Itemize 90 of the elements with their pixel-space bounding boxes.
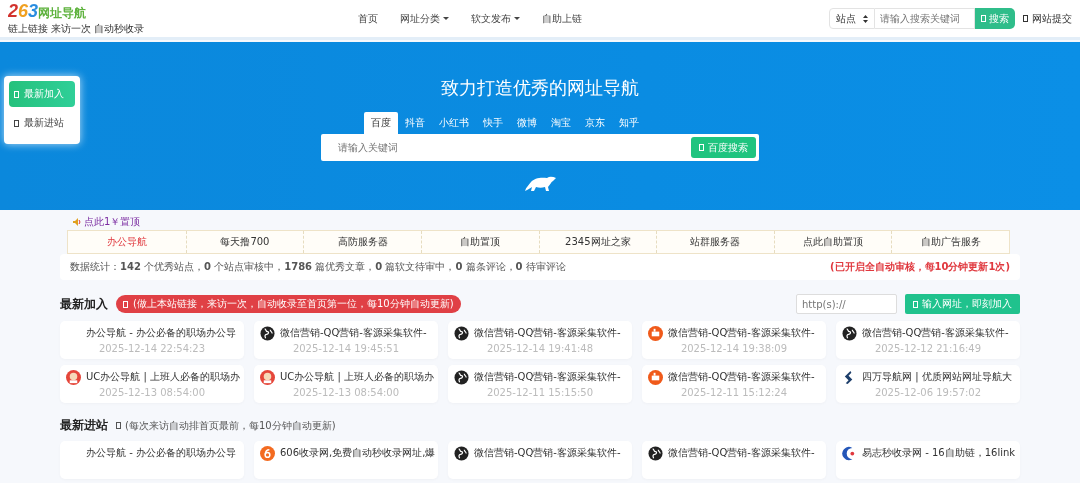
site-title: 微信营销-QQ营销-客源采集软件- xyxy=(668,446,815,460)
quick-link[interactable]: 高防服务器 xyxy=(303,231,421,253)
speaker-icon xyxy=(73,218,82,226)
logo-icon xyxy=(648,369,663,385)
search-engine-tab[interactable]: 抖音 xyxy=(398,112,432,134)
quick-link[interactable]: 自助置顶 xyxy=(420,231,539,253)
search-engine-tab[interactable]: 快手 xyxy=(476,112,510,134)
site-title: 微信营销-QQ营销-客源采集软件- xyxy=(474,326,621,340)
globe-icon xyxy=(260,325,275,341)
nav-link[interactable]: 软文发布 xyxy=(471,11,520,26)
site-logo[interactable]: 263网址导航 链上链接 来访一次 自动秒收录 xyxy=(8,1,308,36)
search-engine-tab[interactable]: 微博 xyxy=(510,112,544,134)
site-card[interactable]: 微信营销-QQ营销-客源采集软件- 2025-12-14 19:38:09 xyxy=(642,321,826,359)
nav-link[interactable]: 网址分类 xyxy=(400,11,449,26)
sort-icon xyxy=(863,14,868,23)
site-time: 2025-12-14 19:41:48 xyxy=(485,343,595,354)
site-card[interactable]: 微信营销-QQ营销-客源采集软件- 2025-12-11 15:15:50 xyxy=(448,365,632,403)
globe-icon xyxy=(454,325,469,341)
site-title: 微信营销-QQ营销-客源采集软件- xyxy=(668,326,815,340)
site-title: 办公导航 - 办公必备的职场办公导 xyxy=(86,446,236,460)
site-card[interactable]: 微信营销-QQ营销-客源采集软件- xyxy=(448,441,632,479)
quick-link[interactable]: 2345网址之家 xyxy=(538,231,657,253)
side-menu-item[interactable]: 最新进站 xyxy=(9,110,75,136)
stats-text: 数据统计：142 个优秀站点，0 个站点审核中，1786 篇优秀文章，0 篇软文待审中，0 篇条评论，0 待审评论 xyxy=(70,260,566,274)
site-card[interactable]: 微信营销-QQ营销-客源采集软件- xyxy=(642,441,826,479)
hero-title: 致力打造优秀的网址导航 xyxy=(441,76,639,100)
site-time: 2025-12-12 21:16:49 xyxy=(873,343,983,354)
site-title: 微信营销-QQ营销-客源采集软件- xyxy=(474,370,621,384)
site-time: 2025-12-14 22:54:23 xyxy=(97,343,207,354)
section-title: 最新进站 xyxy=(60,417,108,434)
site-title: 易志秒收录网 - 16自助链，16link xyxy=(862,446,1016,460)
scope-select[interactable]: 站点 xyxy=(829,8,875,29)
site-card[interactable]: UC办公导航 | 上班人必备的职场办 2025-12-13 08:54:00 xyxy=(254,365,438,403)
quick-link[interactable]: 点此自助置顶 xyxy=(773,231,892,253)
site-title: 微信营销-QQ营销-客源采集软件- xyxy=(862,326,1009,340)
nav-link[interactable]: 自助上链 xyxy=(542,11,582,26)
site-time: 2025-12-06 19:57:02 xyxy=(873,387,983,398)
site-title: 办公导航 - 办公必备的职场办公导 xyxy=(86,326,236,340)
section-note: (每次来访自动排首页最前，每10分钟自动更新) xyxy=(116,418,336,433)
quick-link[interactable]: 每天撸700 xyxy=(185,231,304,253)
avatar-icon xyxy=(260,369,275,385)
quick-link[interactable]: 站群服务器 xyxy=(656,231,774,253)
search-field[interactable]: 请输入搜索关键词 xyxy=(875,8,975,29)
site-title: 606收录网,免费自动秒收录网址,爆 xyxy=(280,446,436,460)
submit-link[interactable]: 网站提交 xyxy=(1023,11,1072,26)
site-time: 2025-12-14 19:45:51 xyxy=(291,343,401,354)
site-card[interactable]: 微信营销-QQ营销-客源采集软件- 2025-12-14 19:45:51 xyxy=(254,321,438,359)
globe-icon xyxy=(648,445,663,461)
audit-notice: (已开启全自动审核，每10分钟更新1次) xyxy=(830,260,1010,274)
site-time: 2025-12-11 15:15:50 xyxy=(485,387,595,398)
search-engine-tab[interactable]: 京东 xyxy=(578,112,612,134)
site-time: 2025-12-13 08:54:00 xyxy=(291,387,401,398)
site-title: 四万导航网 | 优质网站网址导航大 xyxy=(862,370,1012,384)
section-title: 最新加入 xyxy=(60,295,108,313)
url-field[interactable]: http(s):// xyxy=(796,294,897,314)
site-title: UC办公导航 | 上班人必备的职场办 xyxy=(280,370,435,384)
info-badge: (做上本站链接，来访一次，自动收录至首页第一位，每10分钟自动更新) xyxy=(116,295,461,313)
quick-link[interactable]: 办公导航 xyxy=(68,231,186,253)
site-card[interactable]: 四万导航网 | 优质网站网址导航大 2025-12-06 19:57:02 xyxy=(836,365,1020,403)
globe-icon xyxy=(842,325,857,341)
logo-icon xyxy=(260,445,275,461)
site-card[interactable]: 易志秒收录网 - 16自助链，16link xyxy=(836,441,1020,479)
search-engine-tab[interactable]: 百度 xyxy=(364,112,398,134)
site-time: 2025-12-13 08:54:00 xyxy=(97,387,207,398)
logo-icon xyxy=(648,325,663,341)
site-card[interactable]: 办公导航 - 办公必备的职场办公导 2025-12-14 22:54:23 xyxy=(60,321,244,359)
site-card[interactable]: 606收录网,免费自动秒收录网址,爆 xyxy=(254,441,438,479)
site-card[interactable]: UC办公导航 | 上班人必备的职场办 2025-12-13 08:54:00 xyxy=(60,365,244,403)
site-card[interactable]: 微信营销-QQ营销-客源采集软件- 2025-12-11 15:12:24 xyxy=(642,365,826,403)
search-engine-tab[interactable]: 知乎 xyxy=(612,112,646,134)
caret-icon xyxy=(443,17,449,20)
site-title: UC办公导航 | 上班人必备的职场办 xyxy=(86,370,241,384)
site-title: 微信营销-QQ营销-客源采集软件- xyxy=(668,370,815,384)
logo-icon xyxy=(842,445,857,461)
site-card[interactable]: 微信营销-QQ营销-客源采集软件- 2025-12-14 19:41:48 xyxy=(448,321,632,359)
search-engine-tab[interactable]: 淘宝 xyxy=(544,112,578,134)
promo-link[interactable]: 点此1￥置顶 xyxy=(73,215,1020,229)
globe-icon xyxy=(454,369,469,385)
site-time: 2025-12-14 19:38:09 xyxy=(679,343,789,354)
avatar-icon xyxy=(66,369,81,385)
globe-icon xyxy=(454,445,469,461)
site-card[interactable]: 微信营销-QQ营销-客源采集软件- 2025-12-12 21:16:49 xyxy=(836,321,1020,359)
site-title: 微信营销-QQ营销-客源采集软件- xyxy=(474,446,621,460)
search-engine-tab[interactable]: 小红书 xyxy=(432,112,476,134)
site-card[interactable]: 办公导航 - 办公必备的职场办公导 xyxy=(60,441,244,479)
caret-icon xyxy=(514,17,520,20)
site-title: 微信营销-QQ营销-客源采集软件- xyxy=(280,326,427,340)
nav-link[interactable]: 首页 xyxy=(358,11,378,26)
site-time: 2025-12-11 15:12:24 xyxy=(679,387,789,398)
quick-link[interactable]: 自助广告服务 xyxy=(891,231,1009,253)
